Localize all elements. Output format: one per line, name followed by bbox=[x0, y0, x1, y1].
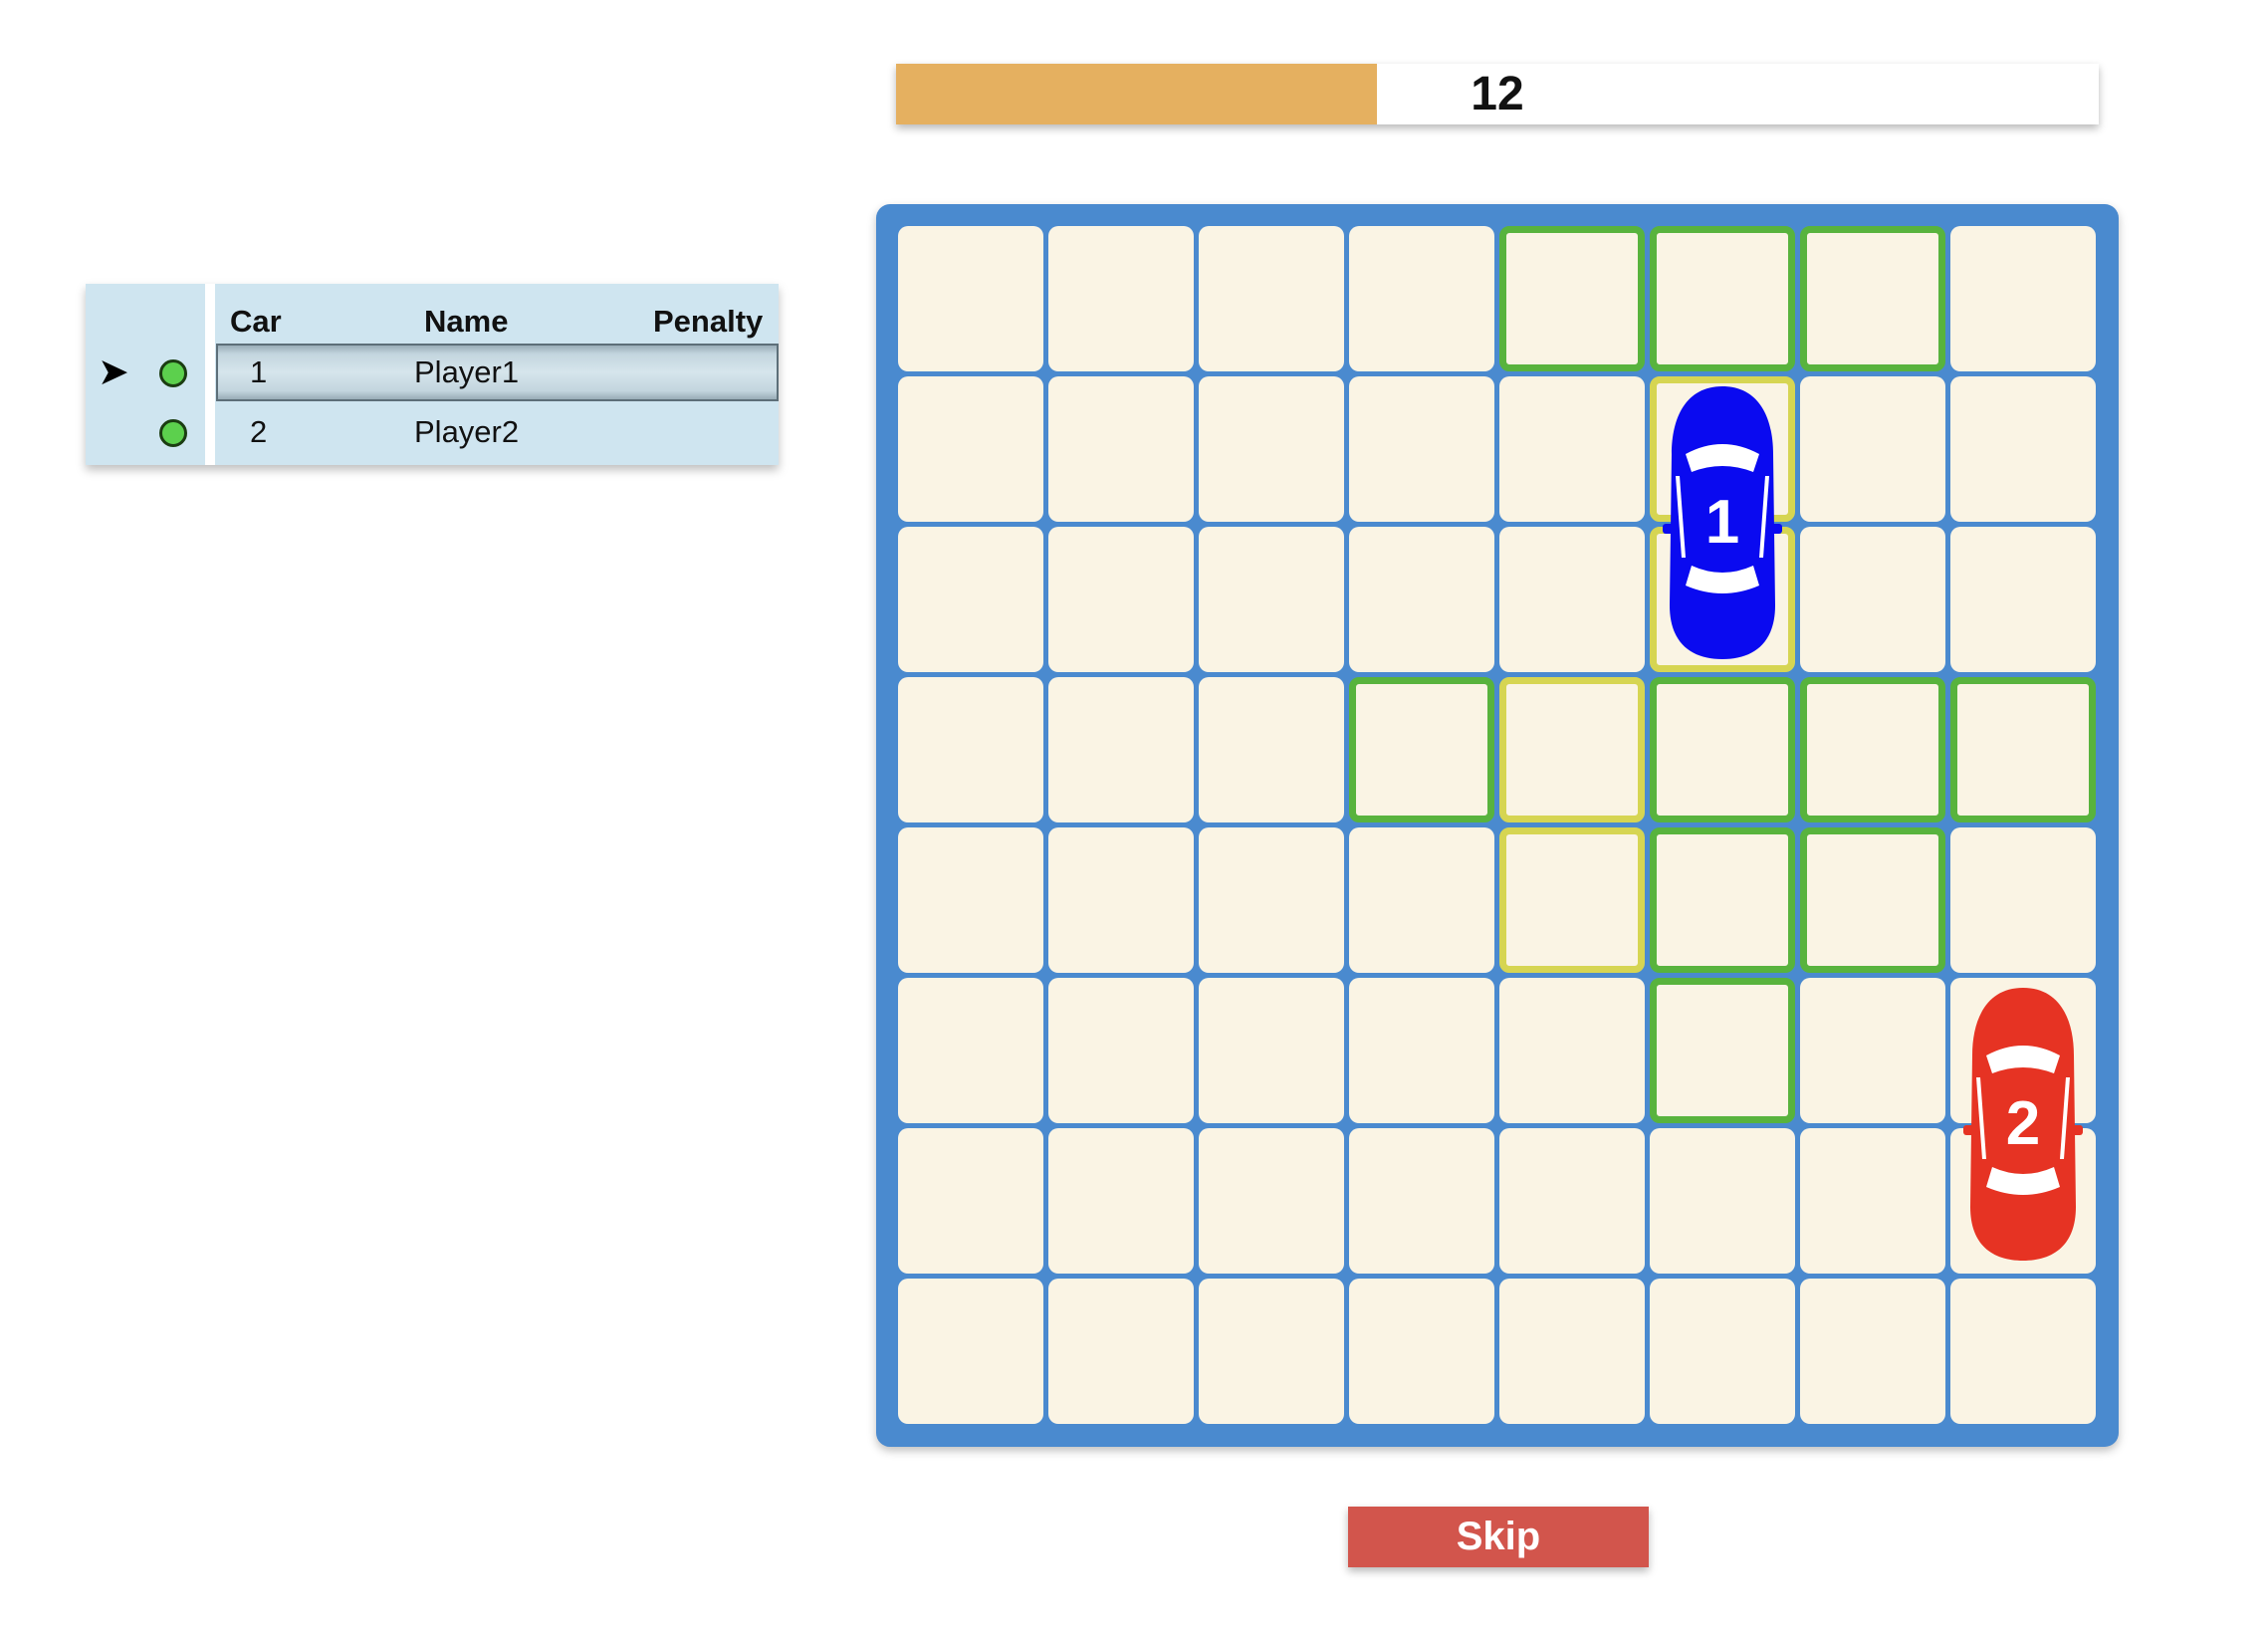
board-cell-move-option[interactable] bbox=[1800, 677, 1945, 822]
board-cell[interactable] bbox=[898, 978, 1043, 1123]
board-cell[interactable] bbox=[1950, 827, 2096, 973]
board-cell-move-option[interactable] bbox=[1800, 226, 1945, 371]
board-cell-move-option[interactable] bbox=[1349, 677, 1494, 822]
board-cell[interactable] bbox=[1349, 978, 1494, 1123]
board-cell[interactable] bbox=[1499, 1279, 1645, 1424]
board-cell[interactable] bbox=[1499, 1128, 1645, 1274]
timer-remaining-value: 12 bbox=[1471, 68, 1524, 120]
board-cell[interactable] bbox=[1048, 226, 1194, 371]
board-cell[interactable] bbox=[1199, 527, 1344, 672]
board-cell[interactable] bbox=[1048, 1279, 1194, 1424]
board-cell[interactable] bbox=[1950, 226, 2096, 371]
column-header-car: Car bbox=[230, 304, 282, 339]
board-cell-move-option[interactable] bbox=[1650, 827, 1795, 973]
column-header-penalty: Penalty bbox=[653, 304, 764, 339]
board-cell[interactable] bbox=[1499, 978, 1645, 1123]
board-cell-move-option[interactable] bbox=[1650, 978, 1795, 1123]
player-status-online-icon bbox=[159, 359, 187, 387]
board-cell-move-option[interactable] bbox=[1499, 226, 1645, 371]
car-number-label: 2 bbox=[2005, 1088, 2041, 1158]
board-cell[interactable] bbox=[898, 226, 1043, 371]
board-cell[interactable] bbox=[898, 677, 1043, 822]
table-divider bbox=[205, 284, 215, 465]
board-cell[interactable] bbox=[1199, 978, 1344, 1123]
board-cell[interactable] bbox=[1950, 527, 2096, 672]
board-cell[interactable] bbox=[1048, 1128, 1194, 1274]
board-cell[interactable] bbox=[1499, 527, 1645, 672]
car-1-icon[interactable]: 1 bbox=[1650, 376, 1795, 667]
board-cell[interactable] bbox=[1349, 376, 1494, 522]
board-cell[interactable] bbox=[898, 376, 1043, 522]
board-cell[interactable] bbox=[1199, 677, 1344, 822]
board-cell[interactable] bbox=[1199, 1279, 1344, 1424]
player-name: Player1 bbox=[414, 354, 520, 389]
player-name: Player2 bbox=[414, 414, 520, 449]
skip-button[interactable]: Skip bbox=[1348, 1507, 1649, 1567]
car-2-icon[interactable]: 2 bbox=[1950, 978, 2096, 1269]
board-cell[interactable] bbox=[1199, 827, 1344, 973]
board-cell[interactable] bbox=[1349, 827, 1494, 973]
board-cell[interactable] bbox=[1349, 226, 1494, 371]
board-cell[interactable] bbox=[1950, 376, 2096, 522]
board-cell[interactable] bbox=[898, 1279, 1043, 1424]
board-cell-move-option[interactable] bbox=[1950, 677, 2096, 822]
player-status-online-icon bbox=[159, 419, 187, 447]
board-cell[interactable] bbox=[1048, 677, 1194, 822]
board-cell[interactable] bbox=[1499, 376, 1645, 522]
board-cell[interactable] bbox=[898, 827, 1043, 973]
board-cell[interactable] bbox=[1199, 226, 1344, 371]
board-cell[interactable] bbox=[1800, 376, 1945, 522]
player-car-number: 1 bbox=[250, 354, 268, 389]
board-cell-path[interactable] bbox=[1499, 827, 1645, 973]
board-cell[interactable] bbox=[898, 527, 1043, 672]
board-cell[interactable] bbox=[1048, 827, 1194, 973]
board-cell[interactable] bbox=[898, 1128, 1043, 1274]
board-cell[interactable] bbox=[1199, 376, 1344, 522]
board-cell[interactable] bbox=[1800, 1279, 1945, 1424]
board-cell[interactable] bbox=[1950, 1279, 2096, 1424]
board-cell[interactable] bbox=[1048, 527, 1194, 672]
turn-timer-bar: 12 bbox=[896, 64, 2099, 124]
current-turn-arrow-icon: ➤ bbox=[98, 351, 129, 393]
board-cell[interactable] bbox=[1800, 978, 1945, 1123]
board-cell[interactable] bbox=[1048, 376, 1194, 522]
board-cell[interactable] bbox=[1199, 1128, 1344, 1274]
players-table: Car Name Penalty ➤ 1 Player1 2 Player2 bbox=[86, 284, 779, 465]
board-cell[interactable] bbox=[1800, 1128, 1945, 1274]
column-header-name: Name bbox=[424, 304, 509, 339]
player-car-number: 2 bbox=[250, 414, 268, 449]
board-cell[interactable] bbox=[1349, 527, 1494, 672]
board-cell[interactable] bbox=[1048, 978, 1194, 1123]
board-cell[interactable] bbox=[1650, 1279, 1795, 1424]
game-board: 12 bbox=[876, 204, 2119, 1447]
board-cell-path[interactable] bbox=[1499, 677, 1645, 822]
board-cell-move-option[interactable] bbox=[1800, 827, 1945, 973]
board-cell[interactable] bbox=[1800, 527, 1945, 672]
board-cell[interactable] bbox=[1349, 1128, 1494, 1274]
board-cell[interactable] bbox=[1349, 1279, 1494, 1424]
board-cell[interactable] bbox=[1650, 1128, 1795, 1274]
board-cell-move-option[interactable] bbox=[1650, 226, 1795, 371]
board-cell-move-option[interactable] bbox=[1650, 677, 1795, 822]
car-number-label: 1 bbox=[1704, 487, 1740, 557]
